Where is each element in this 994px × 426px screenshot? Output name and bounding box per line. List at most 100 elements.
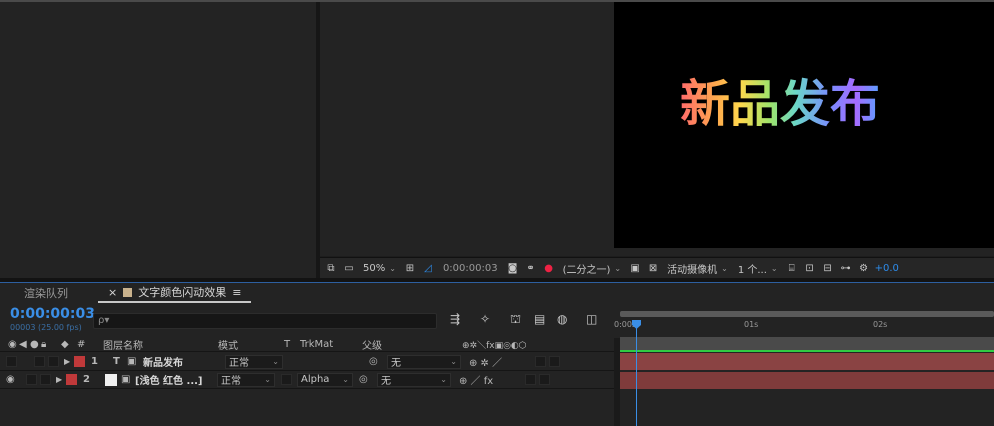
- chevron-down-icon: ⌄: [440, 375, 447, 384]
- chevron-down-icon: ⌄: [450, 357, 457, 366]
- ruler-label: 02s: [873, 320, 888, 329]
- tab-composition[interactable]: × 文字颜色闪动效果 ≡: [98, 283, 252, 303]
- frame-blending-icon[interactable]: ▤: [534, 312, 545, 326]
- solo-toggle[interactable]: [26, 374, 37, 385]
- resolution-select[interactable]: (二分之一) ⌄: [560, 261, 625, 276]
- 3d-toggle[interactable]: [539, 374, 550, 385]
- project-panel: [0, 2, 316, 278]
- blend-mode-select[interactable]: 正常 ⌄: [225, 354, 283, 369]
- close-icon[interactable]: ×: [108, 286, 117, 299]
- layer-switches[interactable]: ⊕ ／ fx: [459, 372, 525, 387]
- eye-icon[interactable]: ◉: [0, 374, 26, 385]
- audio-icon[interactable]: ◀: [19, 339, 30, 350]
- timeline-icon[interactable]: ⊟: [821, 262, 835, 275]
- tab-render-queue[interactable]: 渲染队列: [0, 283, 78, 303]
- trkmat-value: Alpha: [301, 374, 330, 385]
- views-select[interactable]: 1 个... ⌄: [735, 261, 781, 276]
- playhead-line[interactable]: [636, 322, 637, 426]
- layer-duration-bar[interactable]: [620, 372, 994, 389]
- panel-tabs: 渲染队列 × 文字颜色闪动效果 ≡: [0, 283, 994, 303]
- views-value: 1 个...: [737, 264, 767, 276]
- column-layer-name[interactable]: 图层名称: [103, 337, 218, 352]
- camera-select[interactable]: 活动摄像机 ⌄: [664, 261, 731, 276]
- adjustment-toggle[interactable]: [535, 356, 546, 367]
- color-channels-icon[interactable]: ●: [542, 262, 556, 275]
- layer-source-icon: ▣: [121, 374, 131, 385]
- always-preview-icon[interactable]: ⧉: [324, 262, 338, 275]
- monitor-icon[interactable]: ▭: [342, 262, 356, 275]
- camera-snapshot-icon[interactable]: ◙: [506, 262, 520, 275]
- column-trkmat[interactable]: TrkMat: [300, 339, 362, 350]
- parent-value: 无: [381, 376, 391, 387]
- grid-icon[interactable]: ⊞: [403, 262, 417, 275]
- trkmat-select[interactable]: Alpha ⌄: [297, 372, 353, 387]
- resolution-value: (二分之一): [562, 264, 611, 276]
- label-icon[interactable]: ◆: [57, 339, 77, 350]
- column-num[interactable]: #: [77, 339, 103, 350]
- chevron-down-icon: ⌄: [342, 375, 349, 384]
- eye-icon[interactable]: ◉: [8, 339, 19, 350]
- adjustment-toggle[interactable]: [525, 374, 536, 385]
- composition-preview-text: 新品发布: [680, 75, 880, 133]
- expand-triangle-icon[interactable]: ▶: [62, 357, 74, 366]
- parent-select[interactable]: 无 ⌄: [377, 372, 451, 387]
- chevron-down-icon: ⌄: [770, 263, 778, 273]
- camera-value: 活动摄像机: [667, 264, 718, 276]
- video-toggle[interactable]: [6, 356, 17, 367]
- viewer-timecode[interactable]: 0:00:00:03: [439, 263, 502, 274]
- 3d-toggle[interactable]: [549, 356, 560, 367]
- column-mode[interactable]: 模式: [218, 337, 284, 352]
- toggle-pixel-aspect-icon[interactable]: ⌸: [785, 262, 799, 275]
- blend-mode-select[interactable]: 正常 ⌄: [217, 372, 275, 387]
- region-of-interest-icon[interactable]: ▣: [628, 262, 642, 275]
- cache-indicator: [620, 350, 994, 352]
- layer-number: 2: [83, 374, 90, 385]
- solo-toggle[interactable]: [34, 356, 45, 367]
- parent-pickwhip-icon[interactable]: ◎: [359, 374, 377, 385]
- graph-editor-icon[interactable]: ◫: [586, 312, 597, 326]
- exposure-value[interactable]: +0.0: [875, 263, 899, 274]
- layer-row[interactable]: ▶ 1 T ▣ 新品发布 正常 ⌄ ◎ 无 ⌄ ⊕ ✲ ／: [0, 353, 616, 371]
- text-layer-icon: T: [113, 356, 120, 367]
- layer-name[interactable]: 新品发布: [143, 354, 225, 369]
- layer-duration-bar[interactable]: [620, 353, 994, 370]
- time-navigator[interactable]: [620, 311, 994, 317]
- layer-column-header: ◉ ◀ ● 🔒︎ ◆ # 图层名称 模式 T TrkMat 父级 ⊕✲＼fx▣◎…: [0, 338, 616, 352]
- layer-row[interactable]: ◉ ▶ 2 ▣ [浅色 红色 ...] 正常 ⌄ Alpha ⌄ ◎ 无 ⌄ ⊕ ／ …: [0, 371, 616, 389]
- current-time-display[interactable]: 0:00:00:03: [10, 306, 95, 322]
- solo-icon[interactable]: ●: [30, 339, 41, 350]
- preserve-transparency-toggle[interactable]: [281, 374, 292, 385]
- layer-label-color[interactable]: [74, 356, 85, 367]
- fast-preview-icon[interactable]: ⊡: [803, 262, 817, 275]
- parent-pickwhip-icon[interactable]: ◎: [369, 356, 387, 367]
- transparency-grid-icon[interactable]: ⊠: [646, 262, 660, 275]
- column-parent[interactable]: 父级: [362, 337, 462, 352]
- parent-select[interactable]: 无 ⌄: [387, 354, 461, 369]
- ruler-ticks: [620, 330, 994, 338]
- work-area-bar[interactable]: [620, 338, 994, 350]
- reset-exposure-icon[interactable]: ⚙: [857, 262, 871, 275]
- expand-triangle-icon[interactable]: ▶: [54, 375, 66, 384]
- lock-toggle[interactable]: [48, 356, 59, 367]
- composition-flowchart-icon[interactable]: ⇶: [450, 312, 460, 326]
- motion-blur-icon[interactable]: ◍: [557, 312, 567, 326]
- show-snapshot-icon[interactable]: ⚭: [524, 262, 538, 275]
- zoom-select[interactable]: 50% ⌄: [360, 263, 399, 274]
- panel-menu-icon[interactable]: ≡: [232, 286, 241, 299]
- shy-layers-icon[interactable]: ⛫: [510, 312, 521, 328]
- mask-icon[interactable]: ◿: [421, 262, 435, 275]
- layer-label-color[interactable]: [66, 374, 77, 385]
- viewer-toolbar: ⧉ ▭ 50% ⌄ ⊞ ◿ 0:00:00:03 ◙ ⚭ ● (二分之一) ⌄ ▣ …: [320, 257, 994, 278]
- column-t[interactable]: T: [284, 339, 300, 350]
- layer-name[interactable]: [浅色 红色 ...]: [135, 372, 217, 387]
- timeline-split: [614, 338, 620, 426]
- column-switches[interactable]: ⊕✲＼fx▣◎◐⬡: [462, 338, 527, 351]
- layer-search-input[interactable]: ρ▾: [93, 313, 437, 329]
- draft-3d-icon[interactable]: ✧: [480, 312, 490, 326]
- flowchart-icon[interactable]: ⊶: [839, 262, 853, 275]
- frame-rate-info: 00003 (25.00 fps): [10, 323, 82, 332]
- lock-toggle[interactable]: [40, 374, 51, 385]
- layer-switches[interactable]: ⊕ ✲ ／: [469, 354, 535, 369]
- lock-icon[interactable]: 🔒︎: [41, 339, 57, 350]
- chevron-down-icon: ⌄: [389, 263, 396, 273]
